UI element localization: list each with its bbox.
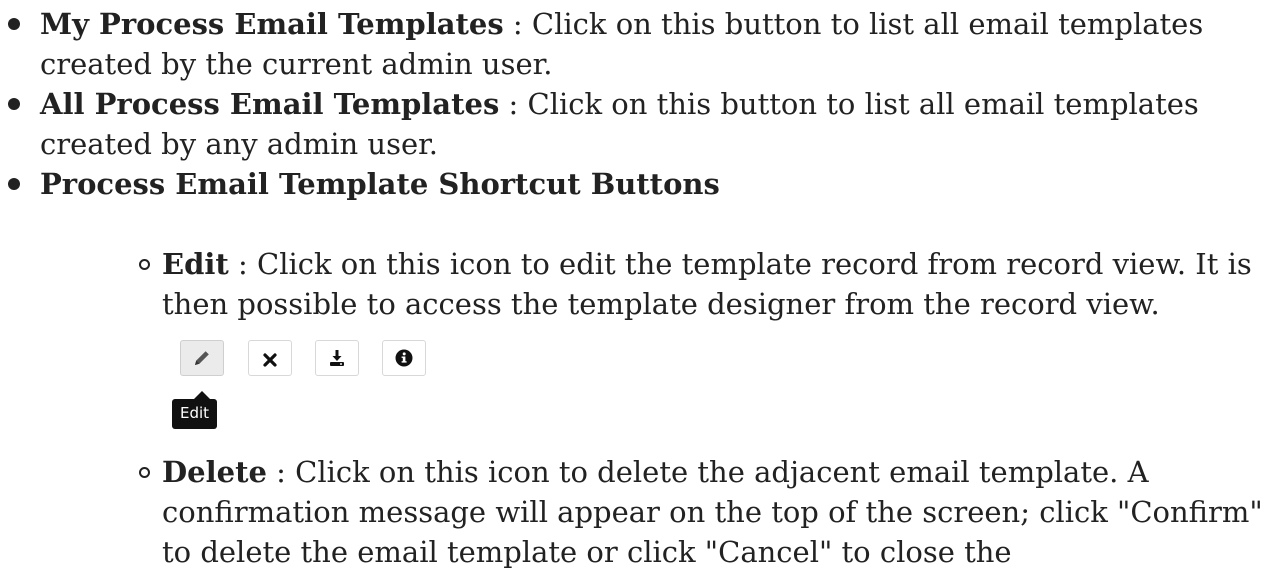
list-item-all-templates: All Process Email Templates : Click on t…	[0, 84, 1286, 164]
bullet-disc	[8, 98, 20, 110]
bullet-list: My Process Email Templates : Click on th…	[0, 4, 1286, 204]
close-icon	[262, 338, 278, 378]
sub-item-separator: :	[266, 455, 296, 489]
sub-bullet-list: Delete : Click on this icon to delete th…	[0, 452, 1286, 572]
bullet-disc	[8, 18, 20, 30]
item-title: Process Email Template Shortcut Buttons	[40, 167, 720, 201]
list-item-shortcut-buttons: Process Email Template Shortcut Buttons	[0, 164, 1286, 204]
sub-item-edit: Edit : Click on this icon to edit the te…	[0, 244, 1286, 324]
item-title: All Process Email Templates	[40, 87, 500, 121]
pencil-icon	[192, 338, 212, 378]
sub-item-title: Delete	[162, 455, 267, 489]
item-separator: :	[503, 7, 532, 41]
sub-item-description: Click on this icon to edit the template …	[162, 247, 1252, 321]
item-separator: :	[499, 87, 528, 121]
sub-item-description: Click on this icon to delete the adjacen…	[162, 455, 1263, 569]
sub-item-title: Edit	[162, 247, 229, 281]
edit-tooltip: Edit	[172, 391, 218, 429]
sub-item-delete: Delete : Click on this icon to delete th…	[0, 452, 1286, 572]
info-button[interactable]	[382, 340, 426, 376]
bullet-circle	[139, 259, 150, 270]
sub-bullet-list: Edit : Click on this icon to edit the te…	[0, 244, 1286, 324]
bullet-circle	[139, 467, 150, 478]
sub-item-separator: :	[228, 247, 258, 281]
edit-button[interactable]	[180, 340, 224, 376]
bullet-disc	[8, 178, 20, 190]
icon-toolbar	[0, 334, 1286, 394]
list-item-my-templates: My Process Email Templates : Click on th…	[0, 4, 1286, 84]
item-title: My Process Email Templates	[40, 7, 504, 41]
info-icon	[394, 338, 414, 378]
delete-button[interactable]	[248, 340, 292, 376]
download-button[interactable]	[315, 340, 359, 376]
download-icon	[327, 338, 347, 378]
